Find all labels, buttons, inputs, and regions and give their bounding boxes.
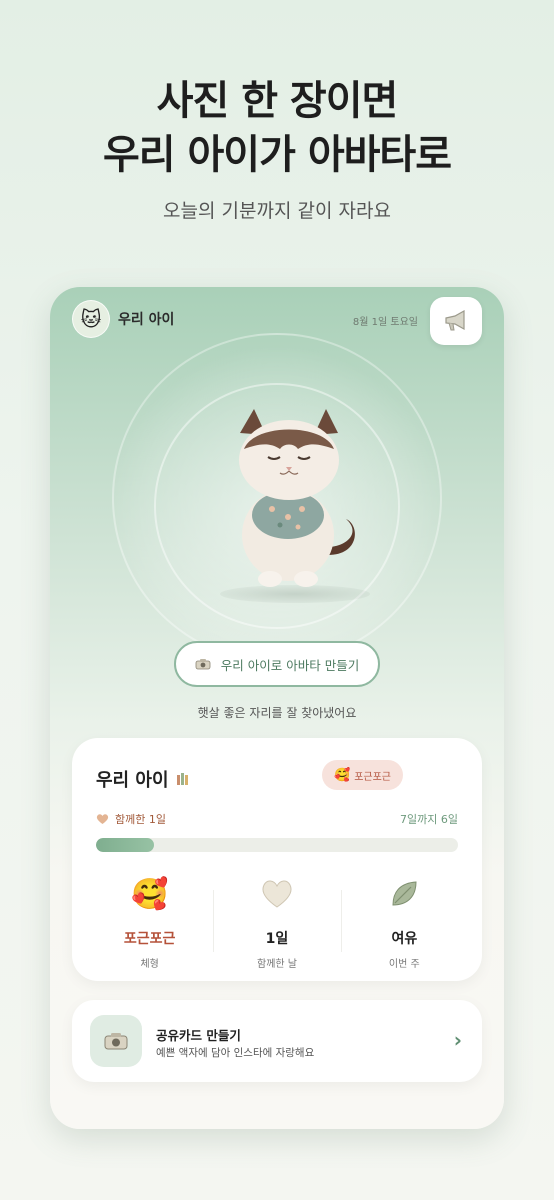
chevron-right-icon: › [453,1028,462,1052]
header-date: 8월 1일 토요일 [352,317,418,328]
share-card-title: 공유카드 만들기 [156,1028,241,1043]
stat-body-type-value: 포근포근 [123,931,176,947]
crayons-icon [176,773,188,785]
together-days: 함께한 1일 [96,811,166,827]
pet-card: 우리 아이 🥰 포근포근 함께한 1일 7일까지 6일 🥰 포근포근 체형 1일… [72,738,482,981]
mood-badge-label: 포근포근 [354,771,391,783]
share-card-icon-box [90,1015,142,1067]
status-message: 햇살 좋은 자리를 잘 찾아냈어요 [197,706,357,720]
until-label: 7일까지 6일 [400,813,458,826]
camera-icon [104,1033,128,1050]
heart-icon [96,814,109,824]
share-card-description: 예쁜 액자에 담아 인스타에 자랑해요 [156,1047,315,1059]
megaphone-icon [445,310,465,331]
camera-icon [195,659,211,670]
mood-badge: 🥰 포근포근 [322,760,403,790]
cat-face-icon: 🐱 [80,307,102,331]
smiling-hearts-icon: 🥰 [334,767,351,783]
together-days-label: 함께한 1일 [115,813,166,826]
stat-together-days-label: 함께한 날 [257,959,297,970]
stat-together-days-value: 1일 [265,931,289,947]
header-pet-name: 우리 아이 [118,312,175,328]
smiling-hearts-icon: 🥰 [130,876,169,912]
stat-together-days: 1일 함께한 날 [213,874,340,970]
announce-button[interactable] [430,297,482,345]
app-screen: 🐱 우리 아이 8월 1일 토요일 우리 아이로 아바타 만들기 햇살 좋은 자… [50,287,504,1129]
hero-subtitle: 오늘의 기분까지 같이 자라요 [163,200,391,222]
pet-card-title: 우리 아이 [96,766,191,792]
stat-body-type: 🥰 포근포근 체형 [86,874,213,971]
leaf-icon [392,881,417,906]
hero-title-line2: 우리 아이가 아바타로 [102,132,452,178]
growth-progress-bar [96,838,458,852]
stats-row: 🥰 포근포근 체형 1일 함께한 날 여유 이번 주 [86,874,468,971]
hero-title-line1: 사진 한 장이면 [156,78,399,124]
share-card-button[interactable]: 공유카드 만들기 예쁜 액자에 담아 인스타에 자랑해요 › [72,1000,482,1082]
stat-this-week: 여유 이번 주 [340,874,468,970]
pet-avatar-illustration [239,409,355,587]
make-avatar-button[interactable]: 우리 아이로 아바타 만들기 [174,641,380,687]
hero-title: 사진 한 장이면 우리 아이가 아바타로 [0,74,554,182]
stat-body-type-label: 체형 [140,959,159,970]
heart-icon [262,880,292,908]
make-avatar-label: 우리 아이로 아바타 만들기 [220,657,360,673]
growth-progress-fill [96,838,154,852]
stat-this-week-value: 여유 [391,931,418,947]
pet-avatar[interactable]: 🐱 [72,300,110,338]
pet-card-name: 우리 아이 [96,770,169,791]
stat-this-week-label: 이번 주 [388,959,420,970]
